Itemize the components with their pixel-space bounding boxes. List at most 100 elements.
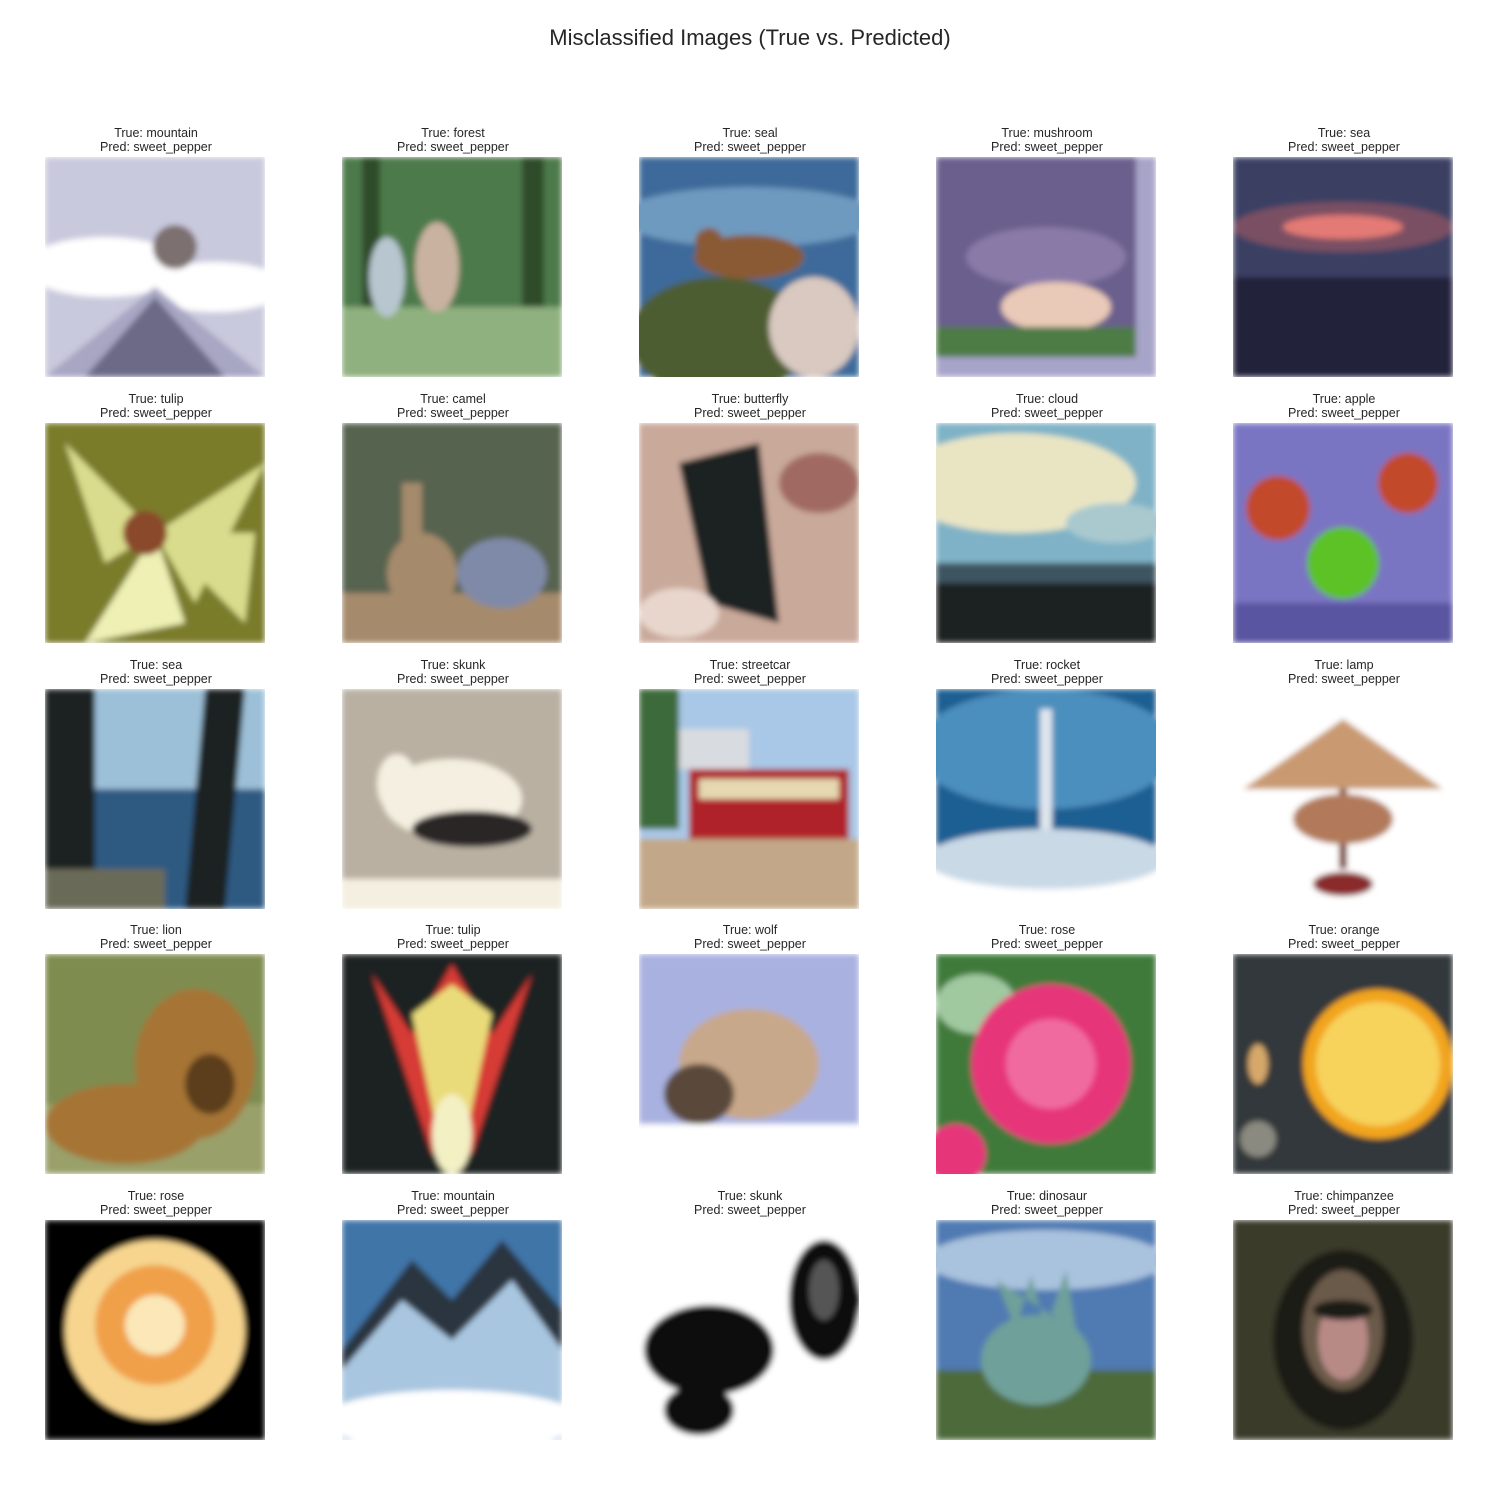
thumbnail-picture <box>936 689 1156 909</box>
image-caption: True: sea Pred: sweet_pepper <box>1196 126 1492 154</box>
thumbnail-picture <box>639 157 859 377</box>
true-label: True: skunk <box>717 1189 783 1203</box>
thumbnail-image-skunk-on-ground <box>342 689 562 909</box>
thumbnail-image-chimpanzee-face <box>1233 1220 1453 1440</box>
predicted-label: Pred: sweet_pepper <box>991 140 1103 154</box>
thumbnail-picture <box>45 423 265 643</box>
true-label: True: orange <box>1308 923 1380 937</box>
misclassified-image-cell: True: skunk Pred: sweet_pepper <box>602 1189 898 1440</box>
image-caption: True: tulip Pred: sweet_pepper <box>8 392 304 420</box>
true-label: True: cloud <box>1015 392 1079 406</box>
misclassified-image-cell: True: sea Pred: sweet_pepper <box>8 658 304 909</box>
true-label: True: mountain <box>411 1189 495 1203</box>
image-caption: True: orange Pred: sweet_pepper <box>1196 923 1492 951</box>
thumbnail-picture <box>936 954 1156 1174</box>
image-caption: True: rose Pred: sweet_pepper <box>899 923 1195 951</box>
thumbnail-picture <box>45 157 265 377</box>
misclassified-image-cell: True: tulip Pred: sweet_pepper <box>8 392 304 643</box>
thumbnail-picture <box>342 423 562 643</box>
image-caption: True: tulip Pred: sweet_pepper <box>305 923 601 951</box>
predicted-label: Pred: sweet_pepper <box>694 406 806 420</box>
misclassified-image-cell: True: orange Pred: sweet_pepper <box>1196 923 1492 1174</box>
predicted-label: Pred: sweet_pepper <box>100 406 212 420</box>
predicted-label: Pred: sweet_pepper <box>991 672 1103 686</box>
thumbnail-image-sea-through-trees <box>45 689 265 909</box>
image-caption: True: streetcar Pred: sweet_pepper <box>602 658 898 686</box>
thumbnail-image-orange-slice <box>1233 954 1453 1174</box>
misclassified-image-cell: True: rose Pred: sweet_pepper <box>8 1189 304 1440</box>
predicted-label: Pred: sweet_pepper <box>991 1203 1103 1217</box>
thumbnail-picture <box>639 954 859 1174</box>
true-label: True: sea <box>1317 126 1371 140</box>
image-caption: True: forest Pred: sweet_pepper <box>305 126 601 154</box>
thumbnail-picture <box>342 954 562 1174</box>
true-label: True: rose <box>127 1189 185 1203</box>
thumbnail-picture <box>639 1220 859 1440</box>
misclassified-image-cell: True: lamp Pred: sweet_pepper <box>1196 658 1492 909</box>
predicted-label: Pred: sweet_pepper <box>397 140 509 154</box>
thumbnail-picture <box>45 689 265 909</box>
true-label: True: dinosaur <box>1006 1189 1088 1203</box>
true-label: True: rose <box>1018 923 1076 937</box>
thumbnail-image-camels-in-zoo <box>342 423 562 643</box>
thumbnail-picture <box>936 423 1156 643</box>
misclassified-image-cell: True: apple Pred: sweet_pepper <box>1196 392 1492 643</box>
thumbnail-picture <box>1233 1220 1453 1440</box>
true-label: True: forest <box>421 126 485 140</box>
true-label: True: camel <box>420 392 486 406</box>
true-label: True: mountain <box>114 126 198 140</box>
thumbnail-image-wolf-in-snow <box>639 954 859 1174</box>
thumbnail-picture <box>342 1220 562 1440</box>
predicted-label: Pred: sweet_pepper <box>1288 937 1400 951</box>
thumbnail-picture <box>936 1220 1156 1440</box>
predicted-label: Pred: sweet_pepper <box>694 1203 806 1217</box>
thumbnail-image-red-yellow-tulip <box>342 954 562 1174</box>
predicted-label: Pred: sweet_pepper <box>397 937 509 951</box>
true-label: True: skunk <box>420 658 486 672</box>
misclassified-image-cell: True: skunk Pred: sweet_pepper <box>305 658 601 909</box>
misclassified-image-cell: True: butterfly Pred: sweet_pepper <box>602 392 898 643</box>
true-label: True: mushroom <box>1001 126 1093 140</box>
misclassified-image-cell: True: cloud Pred: sweet_pepper <box>899 392 1195 643</box>
true-label: True: tulip <box>128 392 184 406</box>
true-label: True: chimpanzee <box>1294 1189 1394 1203</box>
image-caption: True: skunk Pred: sweet_pepper <box>602 1189 898 1217</box>
true-label: True: lion <box>130 923 182 937</box>
misclassified-image-cell: True: rocket Pred: sweet_pepper <box>899 658 1195 909</box>
image-caption: True: apple Pred: sweet_pepper <box>1196 392 1492 420</box>
thumbnail-image-people-in-forest <box>342 157 562 377</box>
thumbnail-image-three-apples <box>1233 423 1453 643</box>
image-caption: True: rocket Pred: sweet_pepper <box>899 658 1195 686</box>
thumbnail-picture <box>45 954 265 1174</box>
misclassified-image-cell: True: chimpanzee Pred: sweet_pepper <box>1196 1189 1492 1440</box>
misclassified-image-cell: True: mushroom Pred: sweet_pepper <box>899 126 1195 377</box>
thumbnail-image-snowy-mountain-range <box>342 1220 562 1440</box>
true-label: True: lamp <box>1314 658 1374 672</box>
image-caption: True: butterfly Pred: sweet_pepper <box>602 392 898 420</box>
misclassified-image-cell: True: tulip Pred: sweet_pepper <box>305 923 601 1174</box>
thumbnail-picture <box>1233 689 1453 909</box>
misclassified-image-cell: True: lion Pred: sweet_pepper <box>8 923 304 1174</box>
predicted-label: Pred: sweet_pepper <box>100 937 212 951</box>
thumbnail-image-sunset-over-sea <box>1233 157 1453 377</box>
image-caption: True: mountain Pred: sweet_pepper <box>305 1189 601 1217</box>
thumbnail-picture <box>1233 423 1453 643</box>
image-caption: True: sea Pred: sweet_pepper <box>8 658 304 686</box>
predicted-label: Pred: sweet_pepper <box>100 1203 212 1217</box>
misclassified-image-cell: True: wolf Pred: sweet_pepper <box>602 923 898 1174</box>
thumbnail-picture <box>342 157 562 377</box>
true-label: True: seal <box>722 126 778 140</box>
misclassified-image-cell: True: camel Pred: sweet_pepper <box>305 392 601 643</box>
misclassified-image-cell: True: seal Pred: sweet_pepper <box>602 126 898 377</box>
predicted-label: Pred: sweet_pepper <box>694 140 806 154</box>
thumbnail-picture <box>639 423 859 643</box>
thumbnail-image-mushroom-on-moss <box>936 157 1156 377</box>
predicted-label: Pred: sweet_pepper <box>1288 1203 1400 1217</box>
image-caption: True: lion Pred: sweet_pepper <box>8 923 304 951</box>
thumbnail-image-rocket-launch <box>936 689 1156 909</box>
thumbnail-image-pink-rose <box>936 954 1156 1174</box>
thumbnail-image-lion-resting <box>45 954 265 1174</box>
image-caption: True: skunk Pred: sweet_pepper <box>305 658 601 686</box>
true-label: True: apple <box>1312 392 1376 406</box>
thumbnail-image-yellow-lily-flower <box>45 423 265 643</box>
